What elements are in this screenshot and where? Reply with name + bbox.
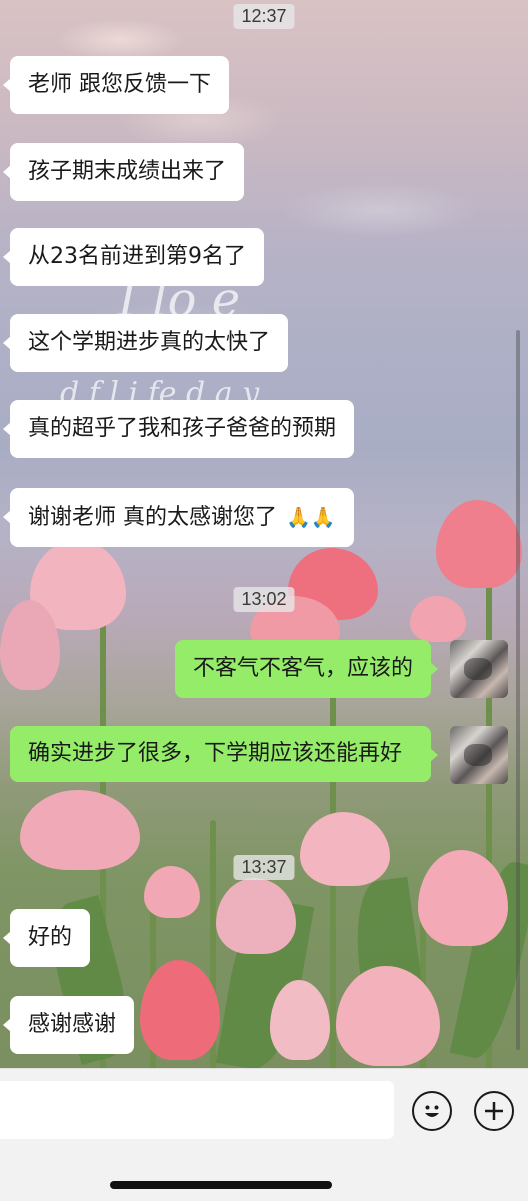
received-message[interactable]: 感谢感谢 — [2, 996, 135, 1054]
received-message[interactable]: 孩子期末成绩出来了 — [2, 143, 245, 201]
message-input-bar — [0, 1068, 528, 1201]
tulip-flower — [418, 850, 508, 946]
message-text: 谢谢老师 真的太感谢您了 — [28, 505, 277, 530]
praying-hands-emoji: 🙏🙏 — [286, 505, 336, 529]
received-message[interactable]: 老师 跟您反馈一下 — [3, 56, 229, 114]
timestamp: 13:37 — [233, 855, 295, 880]
received-message[interactable]: 从23名前进到第9名了 — [3, 228, 264, 286]
plus-icon — [485, 1102, 503, 1120]
received-message[interactable]: 这个学期进步真的太快了 — [2, 314, 289, 372]
sent-message[interactable]: 确实进步了很多，下学期应该还能再好 — [10, 726, 438, 782]
user-avatar[interactable] — [450, 726, 508, 784]
received-message[interactable]: 谢谢老师 真的太感谢您了 🙏🙏 — [3, 488, 354, 547]
tulip-flower — [20, 790, 140, 870]
user-avatar[interactable] — [450, 640, 508, 698]
emoji-smile-icon — [425, 1105, 439, 1117]
timestamp: 13:02 — [233, 587, 295, 612]
add-button[interactable] — [474, 1091, 514, 1131]
timestamp: 12:37 — [233, 4, 295, 29]
scroll-indicator[interactable] — [516, 330, 520, 1050]
tulip-flower — [300, 812, 390, 886]
home-indicator — [110, 1181, 332, 1189]
received-message[interactable]: 真的超乎了我和孩子爸爸的预期 — [2, 400, 355, 458]
tulip-flower — [410, 596, 466, 642]
tulip-flower — [270, 980, 330, 1060]
sent-message[interactable]: 不客气不客气，应该的 — [174, 640, 439, 698]
tulip-flower — [144, 866, 200, 918]
message-input[interactable] — [0, 1081, 394, 1139]
received-message[interactable]: 好的 — [2, 909, 91, 967]
tulip-flower — [216, 878, 296, 954]
tulip-flower — [140, 960, 220, 1060]
emoji-button[interactable] — [412, 1091, 452, 1131]
